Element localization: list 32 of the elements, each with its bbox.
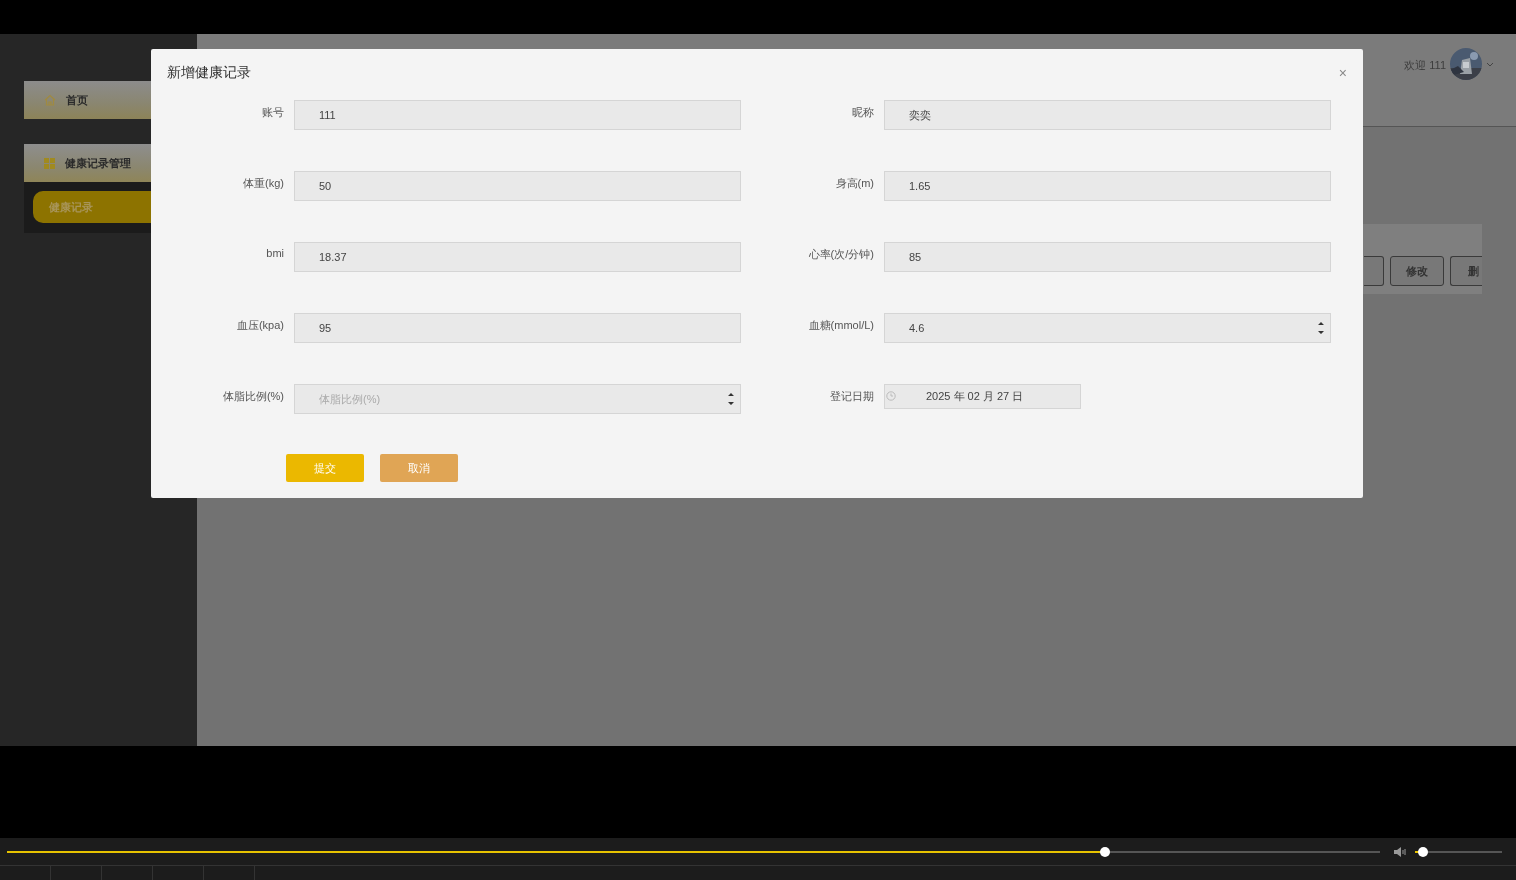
field-label: 体脂比例(%) bbox=[221, 389, 284, 404]
field-label: 血糖(mmol/L) bbox=[807, 318, 874, 333]
input-field[interactable]: 18.37 bbox=[294, 242, 741, 272]
field-label: 账号 bbox=[261, 105, 284, 120]
speaker-icon[interactable] bbox=[1393, 845, 1407, 858]
field-label: 血压(kpa) bbox=[235, 318, 284, 333]
welcome-text: 欢迎 111 bbox=[1404, 58, 1446, 73]
input-field[interactable]: 111 bbox=[294, 100, 741, 130]
input-field[interactable]: 1.65 bbox=[884, 171, 1331, 201]
field-label: 昵称 bbox=[851, 105, 874, 120]
input-field[interactable]: 奕奕 bbox=[884, 100, 1331, 130]
field-label: 登记日期 bbox=[829, 389, 874, 404]
field-label: 体重(kg) bbox=[242, 176, 284, 191]
field-label: 心率(次/分钟) bbox=[807, 247, 874, 262]
input-field[interactable]: 85 bbox=[884, 242, 1331, 272]
clock-icon bbox=[886, 391, 896, 401]
input-field[interactable]: 95 bbox=[294, 313, 741, 343]
spinner-icon[interactable] bbox=[727, 390, 735, 408]
toolbar-button[interactable] bbox=[1364, 256, 1384, 286]
grid-icon bbox=[44, 157, 55, 169]
volume-handle[interactable] bbox=[1417, 846, 1428, 857]
home-icon bbox=[44, 94, 56, 106]
spinner-icon[interactable] bbox=[1317, 319, 1325, 337]
sidebar-item[interactable]: 健康记录管理 bbox=[24, 144, 151, 182]
progress-handle[interactable] bbox=[1100, 846, 1111, 857]
field-label: 身高(m) bbox=[834, 176, 874, 191]
date-field[interactable]: 2025 年 02 月 27 日 bbox=[884, 384, 1081, 409]
input-field[interactable]: 4.6 bbox=[884, 313, 1331, 343]
field-label: bmi bbox=[265, 246, 284, 261]
dialog-title: 新增健康记录 bbox=[167, 64, 251, 82]
input-field[interactable]: 50 bbox=[294, 171, 741, 201]
sidebar-item[interactable]: 首页 bbox=[24, 81, 151, 119]
